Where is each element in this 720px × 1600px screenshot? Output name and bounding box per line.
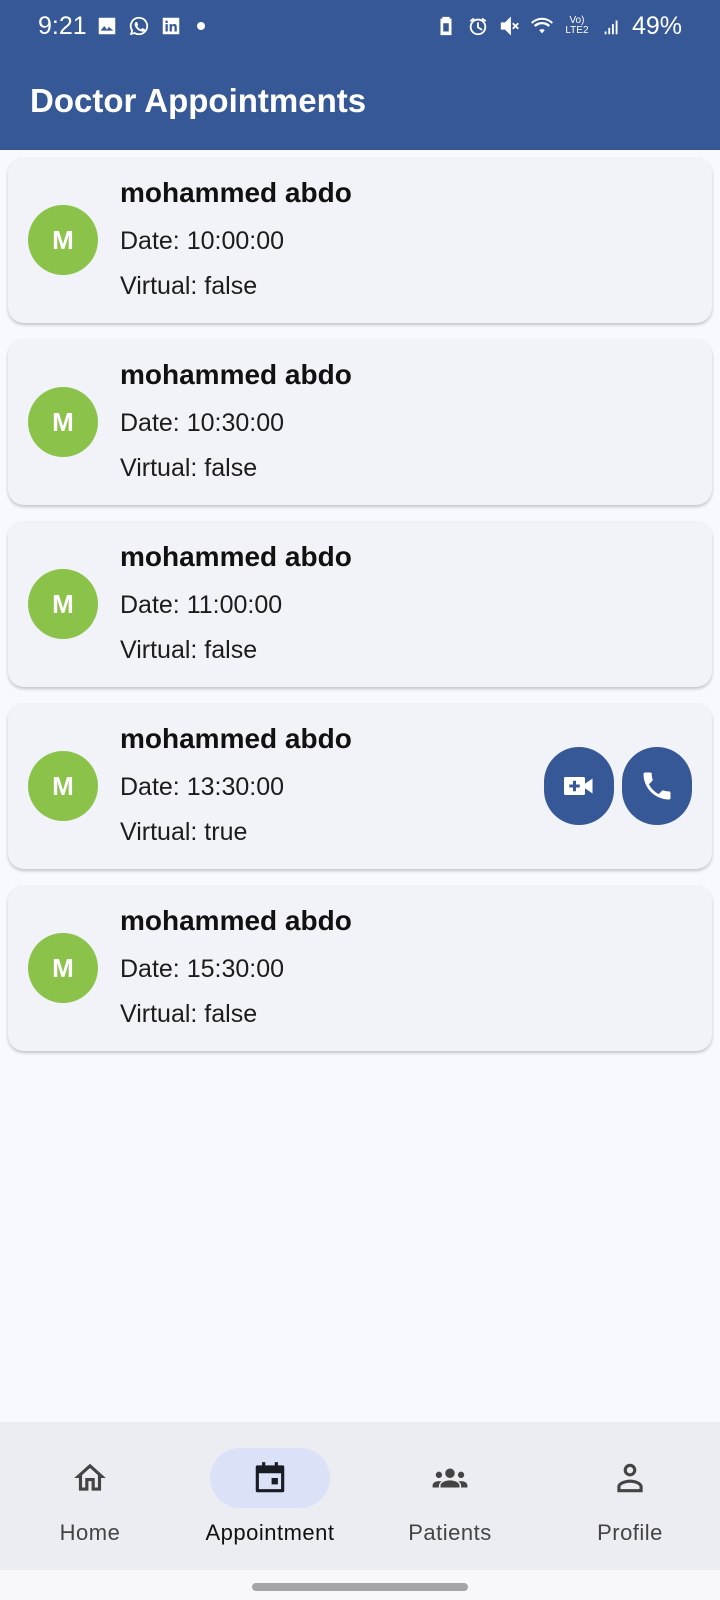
appointment-list: M mohammed abdo Date: 10:00:00 Virtual: … — [8, 157, 712, 1067]
avatar: M — [28, 387, 98, 457]
people-icon — [432, 1468, 468, 1488]
appointment-date: Date: 13:30:00 — [120, 773, 285, 801]
linkedin-icon — [159, 14, 183, 38]
status-bar: 9:21 Vo) LTE2 49% — [0, 0, 720, 52]
nav-label: Appointment — [205, 1520, 335, 1545]
home-icon — [74, 1463, 106, 1491]
appointment-card[interactable]: M mohammed abdo Date: 11:00:00 Virtual: … — [8, 521, 712, 687]
battery-percent: 49% — [631, 11, 682, 40]
appointment-date: Date: 11:00:00 — [120, 591, 283, 619]
avatar: M — [28, 205, 98, 275]
nav-label: Profile — [597, 1520, 663, 1545]
appointment-date: Date: 10:30:00 — [120, 409, 285, 437]
avatar: M — [28, 751, 98, 821]
appointment-virtual: Virtual: true — [120, 818, 248, 846]
person-icon — [617, 1463, 643, 1493]
appointment-date: Date: 10:00:00 — [120, 227, 285, 255]
appointment-card[interactable]: M mohammed abdo Date: 15:30:00 Virtual: … — [8, 885, 712, 1051]
appointment-virtual: Virtual: false — [120, 636, 258, 664]
appointment-virtual: Virtual: false — [120, 1000, 258, 1028]
status-bar-left: 9:21 — [38, 12, 205, 41]
patient-name: mohammed abdo — [120, 541, 352, 572]
volte-label: Vo) LTE2 — [565, 15, 589, 36]
bottom-nav: Home Appointment Patients Profile — [0, 1422, 720, 1570]
nav-item-profile[interactable]: Profile — [540, 1422, 720, 1570]
page-title: Doctor Appointments — [30, 82, 367, 119]
appointment-date: Date: 15:30:00 — [120, 955, 285, 983]
appointment-virtual: Virtual: false — [120, 272, 258, 300]
nav-pill — [570, 1448, 690, 1508]
patient-name: mohammed abdo — [120, 359, 352, 390]
nav-item-home[interactable]: Home — [0, 1422, 180, 1570]
gesture-handle[interactable] — [252, 1583, 468, 1591]
app-bar: Doctor Appointments — [0, 52, 720, 150]
whatsapp-icon — [127, 14, 151, 38]
call-actions — [544, 747, 692, 825]
battery-saver-icon — [434, 14, 458, 38]
mute-icon — [498, 14, 522, 38]
phone-call-button[interactable] — [622, 747, 692, 825]
patient-name: mohammed abdo — [120, 905, 352, 936]
nav-label: Home — [59, 1520, 121, 1545]
notification-dot — [196, 22, 205, 30]
status-time: 9:21 — [38, 11, 87, 40]
status-bar-right: Vo) LTE2 49% — [434, 12, 682, 41]
appointment-card[interactable]: M mohammed abdo Date: 10:30:00 Virtual: … — [8, 339, 712, 505]
nav-pill — [390, 1448, 510, 1508]
avatar: M — [28, 933, 98, 1003]
video-call-icon — [564, 777, 593, 795]
wifi-icon — [530, 14, 554, 38]
video-call-button[interactable] — [544, 747, 614, 825]
nav-pill — [30, 1448, 150, 1508]
nav-pill-active — [210, 1448, 330, 1508]
appointment-card[interactable]: M mohammed abdo Date: 10:00:00 Virtual: … — [8, 157, 712, 323]
gallery-icon — [95, 14, 119, 38]
nav-label: Patients — [408, 1520, 492, 1545]
patient-name: mohammed abdo — [120, 723, 352, 754]
alarm-icon — [466, 14, 490, 38]
phone-icon — [643, 772, 671, 800]
nav-item-patients[interactable]: Patients — [360, 1422, 540, 1570]
calendar-icon — [255, 1462, 285, 1493]
nav-item-appointment[interactable]: Appointment — [180, 1422, 360, 1570]
appointment-card[interactable]: M mohammed abdo Date: 13:30:00 Virtual: … — [8, 703, 712, 869]
avatar: M — [28, 569, 98, 639]
patient-name: mohammed abdo — [120, 177, 352, 208]
signal-icon — [600, 14, 624, 38]
appointment-virtual: Virtual: false — [120, 454, 258, 482]
